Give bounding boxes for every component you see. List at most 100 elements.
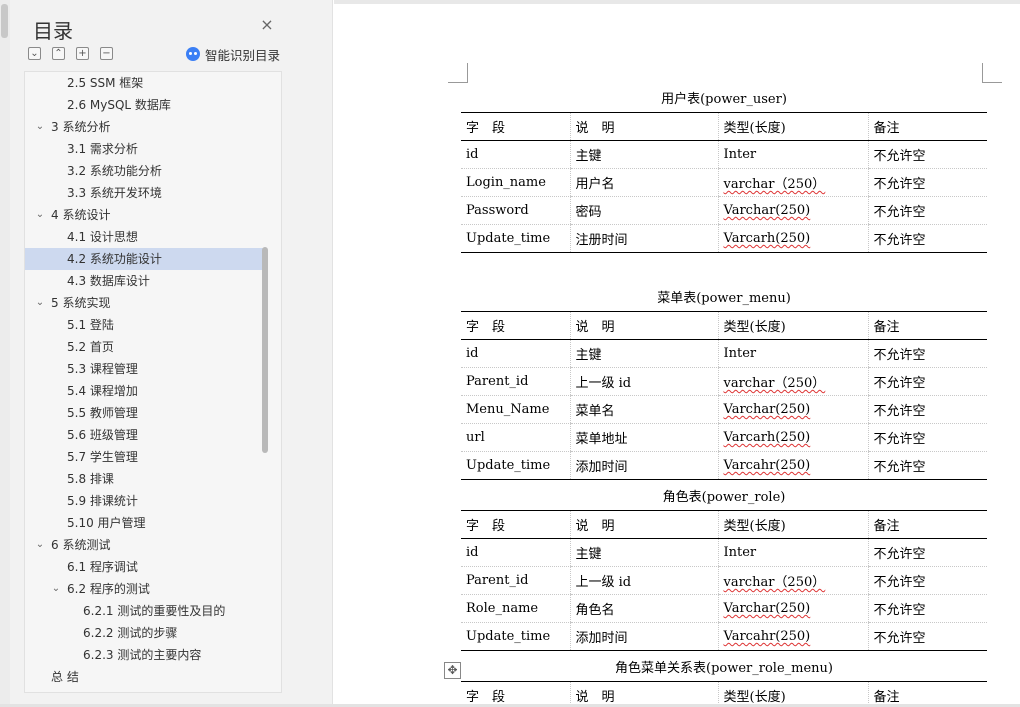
table-cell[interactable]: Varchar(250) [717, 395, 868, 424]
collapse-all-icon[interactable]: ⌄ [28, 47, 41, 60]
chevron-down-icon[interactable]: ⌄ [50, 578, 62, 600]
table-cell[interactable]: 主键 [569, 339, 718, 368]
table-header-cell[interactable]: 备注 [867, 311, 987, 340]
table-cell[interactable]: 不允许空 [867, 622, 987, 651]
table-header-cell[interactable]: 说 明 [569, 112, 718, 141]
expand-all-icon[interactable]: ⌃ [52, 47, 65, 60]
table-cell[interactable]: Varchar(250) [717, 196, 868, 225]
table-cell[interactable]: 菜单名 [569, 395, 718, 424]
table-cell[interactable]: 注册时间 [569, 224, 718, 253]
toc-item[interactable]: 3.2 系统功能分析 [25, 160, 267, 182]
table-cell[interactable]: Parent_id [461, 367, 570, 396]
table-cell[interactable]: 不允许空 [867, 451, 987, 480]
toc-item[interactable]: ⌄ 4 系统设计 [25, 204, 267, 226]
toc-item[interactable]: 3.3 系统开发环境 [25, 182, 267, 204]
table-cell[interactable]: 不允许空 [867, 196, 987, 225]
chevron-down-icon[interactable]: ⌄ [34, 204, 46, 226]
table-header-cell[interactable]: 字 段 [461, 112, 570, 141]
table-cell[interactable]: Inter [717, 538, 868, 567]
add-heading-icon[interactable]: + [76, 47, 89, 60]
toc-item[interactable]: ⌄ 3 系统分析 [25, 116, 267, 138]
table-cell[interactable]: varchar（250） [717, 168, 868, 197]
toc-item[interactable]: 4.1 设计思想 [25, 226, 267, 248]
toc-item[interactable]: 4.2 系统功能设计 [25, 248, 267, 270]
table-cell[interactable]: 密码 [569, 196, 718, 225]
table-cell[interactable]: Varcahr(250) [717, 451, 868, 480]
toc-item[interactable]: 6.2.1 测试的重要性及目的 [25, 600, 267, 622]
toc-item[interactable]: 5.4 课程增加 [25, 380, 267, 402]
toc-item[interactable]: 5.10 用户管理 [25, 512, 267, 534]
toc-item[interactable]: ⌄ 6.2 程序的测试 [25, 578, 267, 600]
table-header-cell[interactable]: 备注 [867, 510, 987, 539]
table-cell[interactable]: 上一级 id [569, 566, 718, 595]
table-cell[interactable]: 不允许空 [867, 538, 987, 567]
table-header-cell[interactable]: 类型(长度) [717, 311, 868, 340]
remove-heading-icon[interactable]: − [100, 47, 113, 60]
table-cell[interactable]: Varcarh(250) [717, 423, 868, 452]
toc-item[interactable]: 5.5 教师管理 [25, 402, 267, 424]
table-cell[interactable]: 上一级 id [569, 367, 718, 396]
toc-item[interactable]: 2.5 SSM 框架 [25, 72, 267, 94]
table-cell[interactable]: varchar（250） [717, 566, 868, 595]
table-cell[interactable]: 主键 [569, 140, 718, 169]
chevron-down-icon[interactable]: ⌄ [34, 116, 46, 138]
table-cell[interactable]: Inter [717, 339, 868, 368]
table-header-cell[interactable]: 字 段 [461, 311, 570, 340]
table-cell[interactable]: 不允许空 [867, 423, 987, 452]
table-cell[interactable]: 添加时间 [569, 622, 718, 651]
toc-item[interactable]: 5.2 首页 [25, 336, 267, 358]
table-cell[interactable]: Login_name [461, 168, 570, 197]
table-cell[interactable]: id [461, 538, 570, 567]
toc-item[interactable]: 6.1 程序调试 [25, 556, 267, 578]
table-cell[interactable]: 不允许空 [867, 594, 987, 623]
table-header-cell[interactable]: 备注 [867, 112, 987, 141]
table-cell[interactable]: Update_time [461, 623, 570, 651]
chevron-down-icon[interactable]: ⌄ [34, 292, 46, 314]
table-cell[interactable]: 用户名 [569, 168, 718, 197]
table-cell[interactable]: 不允许空 [867, 168, 987, 197]
table-header-cell[interactable]: 说 明 [569, 311, 718, 340]
table-cell[interactable]: url [461, 423, 570, 452]
table-cell[interactable]: 主键 [569, 538, 718, 567]
toc-item[interactable]: 5.7 学生管理 [25, 446, 267, 468]
table-cell[interactable]: Update_time [461, 225, 570, 253]
table-cell[interactable]: 角色名 [569, 594, 718, 623]
toc-item[interactable]: 6.2.2 测试的步骤 [25, 622, 267, 644]
table-cell[interactable]: Varcarh(250) [717, 224, 868, 253]
table-cell[interactable]: 不允许空 [867, 367, 987, 396]
close-icon[interactable]: × [260, 17, 274, 33]
table-cell[interactable]: 不允许空 [867, 566, 987, 595]
table-header-cell[interactable]: 类型(长度) [717, 510, 868, 539]
chevron-down-icon[interactable]: ⌄ [34, 534, 46, 556]
toc-item[interactable]: ⌄ 5 系统实现 [25, 292, 267, 314]
table-cell[interactable]: 不允许空 [867, 224, 987, 253]
left-scrollbar-thumb[interactable] [1, 4, 8, 38]
table-cell[interactable]: Varcahr(250) [717, 622, 868, 651]
table-header-cell[interactable]: 类型(长度) [717, 112, 868, 141]
table-move-handle-icon[interactable]: ✥ [444, 662, 461, 679]
toc-item[interactable]: 5.6 班级管理 [25, 424, 267, 446]
toc-item[interactable]: 5.9 排课统计 [25, 490, 267, 512]
table-cell[interactable]: id [461, 339, 570, 368]
table-cell[interactable]: 不允许空 [867, 395, 987, 424]
toc-item[interactable]: 5.1 登陆 [25, 314, 267, 336]
toc-item[interactable]: 3.1 需求分析 [25, 138, 267, 160]
table-cell[interactable]: varchar（250） [717, 367, 868, 396]
table-cell[interactable]: 添加时间 [569, 451, 718, 480]
toc-item[interactable]: 2.6 MySQL 数据库 [25, 94, 267, 116]
toc-item[interactable]: 4.3 数据库设计 [25, 270, 267, 292]
toc-item[interactable]: 5.8 排课 [25, 468, 267, 490]
table-cell[interactable]: 菜单地址 [569, 423, 718, 452]
left-scrollbar[interactable] [0, 0, 10, 707]
table-header-cell[interactable]: 字 段 [461, 510, 570, 539]
smart-toc-button[interactable]: 智能识别目录 [186, 46, 280, 63]
table-cell[interactable]: Update_time [461, 452, 570, 480]
table-header-cell[interactable]: 说 明 [569, 510, 718, 539]
table-cell[interactable]: Varchar(250) [717, 594, 868, 623]
table-cell[interactable]: Password [461, 196, 570, 225]
table-cell[interactable]: id [461, 140, 570, 169]
table-cell[interactable]: Parent_id [461, 566, 570, 595]
table-cell[interactable]: Role_name [461, 594, 570, 623]
table-cell[interactable]: 不允许空 [867, 339, 987, 368]
toc-item[interactable]: 6.2.3 测试的主要内容 [25, 644, 267, 666]
